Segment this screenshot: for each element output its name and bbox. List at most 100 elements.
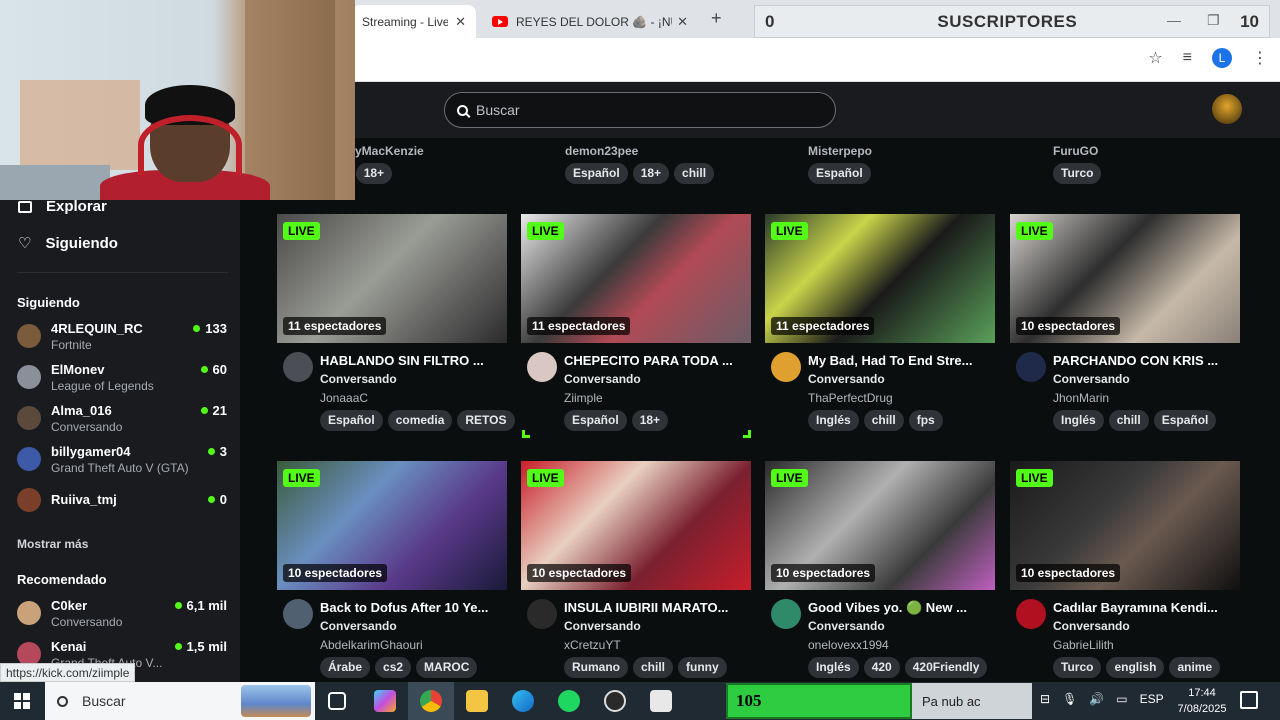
tag[interactable]: chill	[863, 410, 904, 431]
bookmark-star-icon[interactable]: ☆	[1148, 48, 1162, 68]
stream-title[interactable]: My Bad, Had To End Stre...	[808, 353, 995, 368]
channel-username[interactable]: Misterpepo	[808, 144, 872, 158]
network-icon[interactable]: ⊟	[1040, 692, 1050, 706]
channel-avatar[interactable]	[1016, 352, 1046, 382]
channel-username[interactable]: Ziimple	[564, 391, 603, 405]
tag[interactable]: MAROC	[416, 657, 478, 678]
channel-avatar[interactable]	[527, 599, 557, 629]
tag[interactable]: Inglés	[808, 410, 859, 431]
tag[interactable]: Turco	[1053, 163, 1102, 184]
tag[interactable]: anime	[1169, 657, 1221, 678]
sidebar-item-siguiendo[interactable]: ♡ Siguiendo	[18, 234, 118, 253]
tag[interactable]: 18+	[355, 163, 393, 184]
channel-username[interactable]: xCretzuYT	[564, 638, 621, 652]
channel-avatar[interactable]	[1016, 599, 1046, 629]
tag[interactable]: 420	[863, 657, 900, 678]
language-indicator[interactable]: ESP	[1140, 692, 1164, 706]
channel-username[interactable]: demon23pee	[565, 144, 638, 158]
close-icon[interactable]: ✕	[455, 14, 466, 30]
channel-username[interactable]: onelovexx1994	[808, 638, 889, 652]
stream-category[interactable]: Conversando	[320, 619, 397, 633]
spotify-icon[interactable]	[558, 690, 580, 712]
media-control-icon[interactable]: ≡	[1183, 49, 1192, 67]
channel-avatar[interactable]	[283, 599, 313, 629]
tag[interactable]: RETOS	[457, 410, 515, 431]
tag[interactable]: Español	[808, 163, 871, 184]
user-avatar[interactable]	[1212, 94, 1242, 124]
stream-thumbnail[interactable]: LIVE 11 espectadores	[521, 214, 751, 343]
tag[interactable]: Inglés	[808, 657, 859, 678]
stream-title[interactable]: Cadılar Bayramına Kendi...	[1053, 600, 1240, 615]
windows-start-icon[interactable]	[14, 693, 30, 709]
tag[interactable]: 18+	[631, 410, 669, 431]
tag[interactable]: Español	[565, 163, 628, 184]
sidebar-item-explorar[interactable]: Explorar	[18, 198, 107, 215]
stream-card[interactable]: LIVE 10 espectadores INSULA IUBIRII MARATO…	[521, 461, 751, 678]
channel-username[interactable]: GabrieLilith	[1053, 638, 1114, 652]
close-icon[interactable]: ✕	[677, 14, 688, 30]
tag[interactable]: chill	[1108, 410, 1149, 431]
tag[interactable]: fps	[908, 410, 943, 431]
stream-thumbnail[interactable]: LIVE 11 espectadores	[765, 214, 995, 343]
tag[interactable]: chill	[674, 163, 715, 184]
channel-avatar[interactable]	[527, 352, 557, 382]
stream-card[interactable]: LIVE 10 espectadores Good Vibes yo. 🟢 New …	[765, 461, 995, 678]
file-explorer-icon[interactable]	[466, 690, 488, 712]
stream-card[interactable]: LIVE 11 espectadores HABLANDO SIN FILTRO .…	[277, 214, 515, 431]
new-tab-button[interactable]: +	[711, 8, 722, 29]
stream-thumbnail[interactable]: LIVE 10 espectadores	[521, 461, 751, 590]
restore-icon[interactable]: ❐	[1207, 12, 1220, 29]
channel-username[interactable]: JhonMarin	[1053, 391, 1109, 405]
tag[interactable]: Árabe	[320, 657, 371, 678]
volume-icon[interactable]: 🔊	[1089, 692, 1104, 706]
stream-thumbnail[interactable]: LIVE 10 espectadores	[765, 461, 995, 590]
channel-avatar[interactable]	[771, 599, 801, 629]
stream-category[interactable]: Conversando	[564, 372, 641, 386]
stream-card[interactable]: LIVE 10 espectadores Cadılar Bayramına Ken…	[1010, 461, 1240, 678]
channel-ruiiva[interactable]: Ruiiva_tmj 0	[17, 483, 227, 517]
stream-category[interactable]: Conversando	[1053, 619, 1130, 633]
stream-category[interactable]: Conversando	[808, 619, 885, 633]
tag[interactable]: Español	[564, 410, 627, 431]
browser-menu-icon[interactable]: ⋮	[1252, 48, 1268, 68]
stream-card[interactable]: LIVE 10 espectadores Back to Dofus After 1…	[277, 461, 507, 678]
display-icon[interactable]: ▭	[1116, 692, 1127, 706]
tab-streaming[interactable]: Streaming - Live S ✕	[352, 5, 476, 38]
tag[interactable]: Inglés	[1053, 410, 1104, 431]
stream-title[interactable]: Good Vibes yo. 🟢 New ...	[808, 600, 995, 616]
show-more-link[interactable]: Mostrar más	[17, 537, 88, 551]
tag[interactable]: Español	[320, 410, 383, 431]
channel-billygamer04[interactable]: billygamer04 Grand Theft Auto V (GTA) 3	[17, 442, 227, 476]
tag[interactable]: Rumano	[564, 657, 628, 678]
mic-icon[interactable]: 🎙	[1062, 692, 1077, 706]
stream-thumbnail[interactable]: LIVE 10 espectadores	[1010, 214, 1240, 343]
minimize-icon[interactable]: —	[1167, 12, 1181, 28]
tag[interactable]: Español	[1153, 410, 1217, 431]
tag[interactable]: english	[1106, 657, 1165, 678]
channel-avatar[interactable]	[283, 352, 313, 382]
copilot-icon[interactable]	[374, 690, 396, 712]
stream-title[interactable]: PARCHANDO CON KRIS ...	[1053, 353, 1240, 368]
tab-reyes-del-dolor[interactable]: REYES DEL DOLOR 🪨 - ¡NUEVA ✕	[482, 5, 698, 38]
stream-title[interactable]: CHEPECITO PARA TODA ...	[564, 353, 751, 368]
tag[interactable]: comedia	[387, 410, 453, 431]
tag[interactable]: 420Friendly	[904, 657, 988, 678]
stream-category[interactable]: Conversando	[320, 372, 397, 386]
search-input[interactable]: Buscar	[444, 92, 836, 128]
stream-thumbnail[interactable]: LIVE 10 espectadores	[1010, 461, 1240, 590]
tag[interactable]: 18+	[632, 163, 670, 184]
obs-icon[interactable]	[604, 690, 626, 712]
stream-title[interactable]: Back to Dofus After 10 Ye...	[320, 600, 507, 615]
channel-username[interactable]: ThaPerfectDrug	[808, 391, 893, 405]
channel-username[interactable]: FuruGO	[1053, 144, 1098, 158]
chrome-icon[interactable]	[420, 690, 442, 712]
tag[interactable]: cs2	[375, 657, 412, 678]
taskbar-search[interactable]: Buscar	[45, 682, 315, 720]
profile-avatar-icon[interactable]: L	[1212, 48, 1232, 68]
stream-card[interactable]: LIVE 10 espectadores PARCHANDO CON KRIS ..…	[1010, 214, 1240, 431]
stream-thumbnail[interactable]: LIVE 10 espectadores	[277, 461, 507, 590]
stream-category[interactable]: Conversando	[1053, 372, 1130, 386]
channel-username[interactable]: AbdelkarimGhaouri	[320, 638, 423, 652]
stream-thumbnail[interactable]: LIVE 11 espectadores	[277, 214, 507, 343]
stream-card[interactable]: LIVE 11 espectadores CHEPECITO PARA TODA .…	[521, 214, 751, 431]
